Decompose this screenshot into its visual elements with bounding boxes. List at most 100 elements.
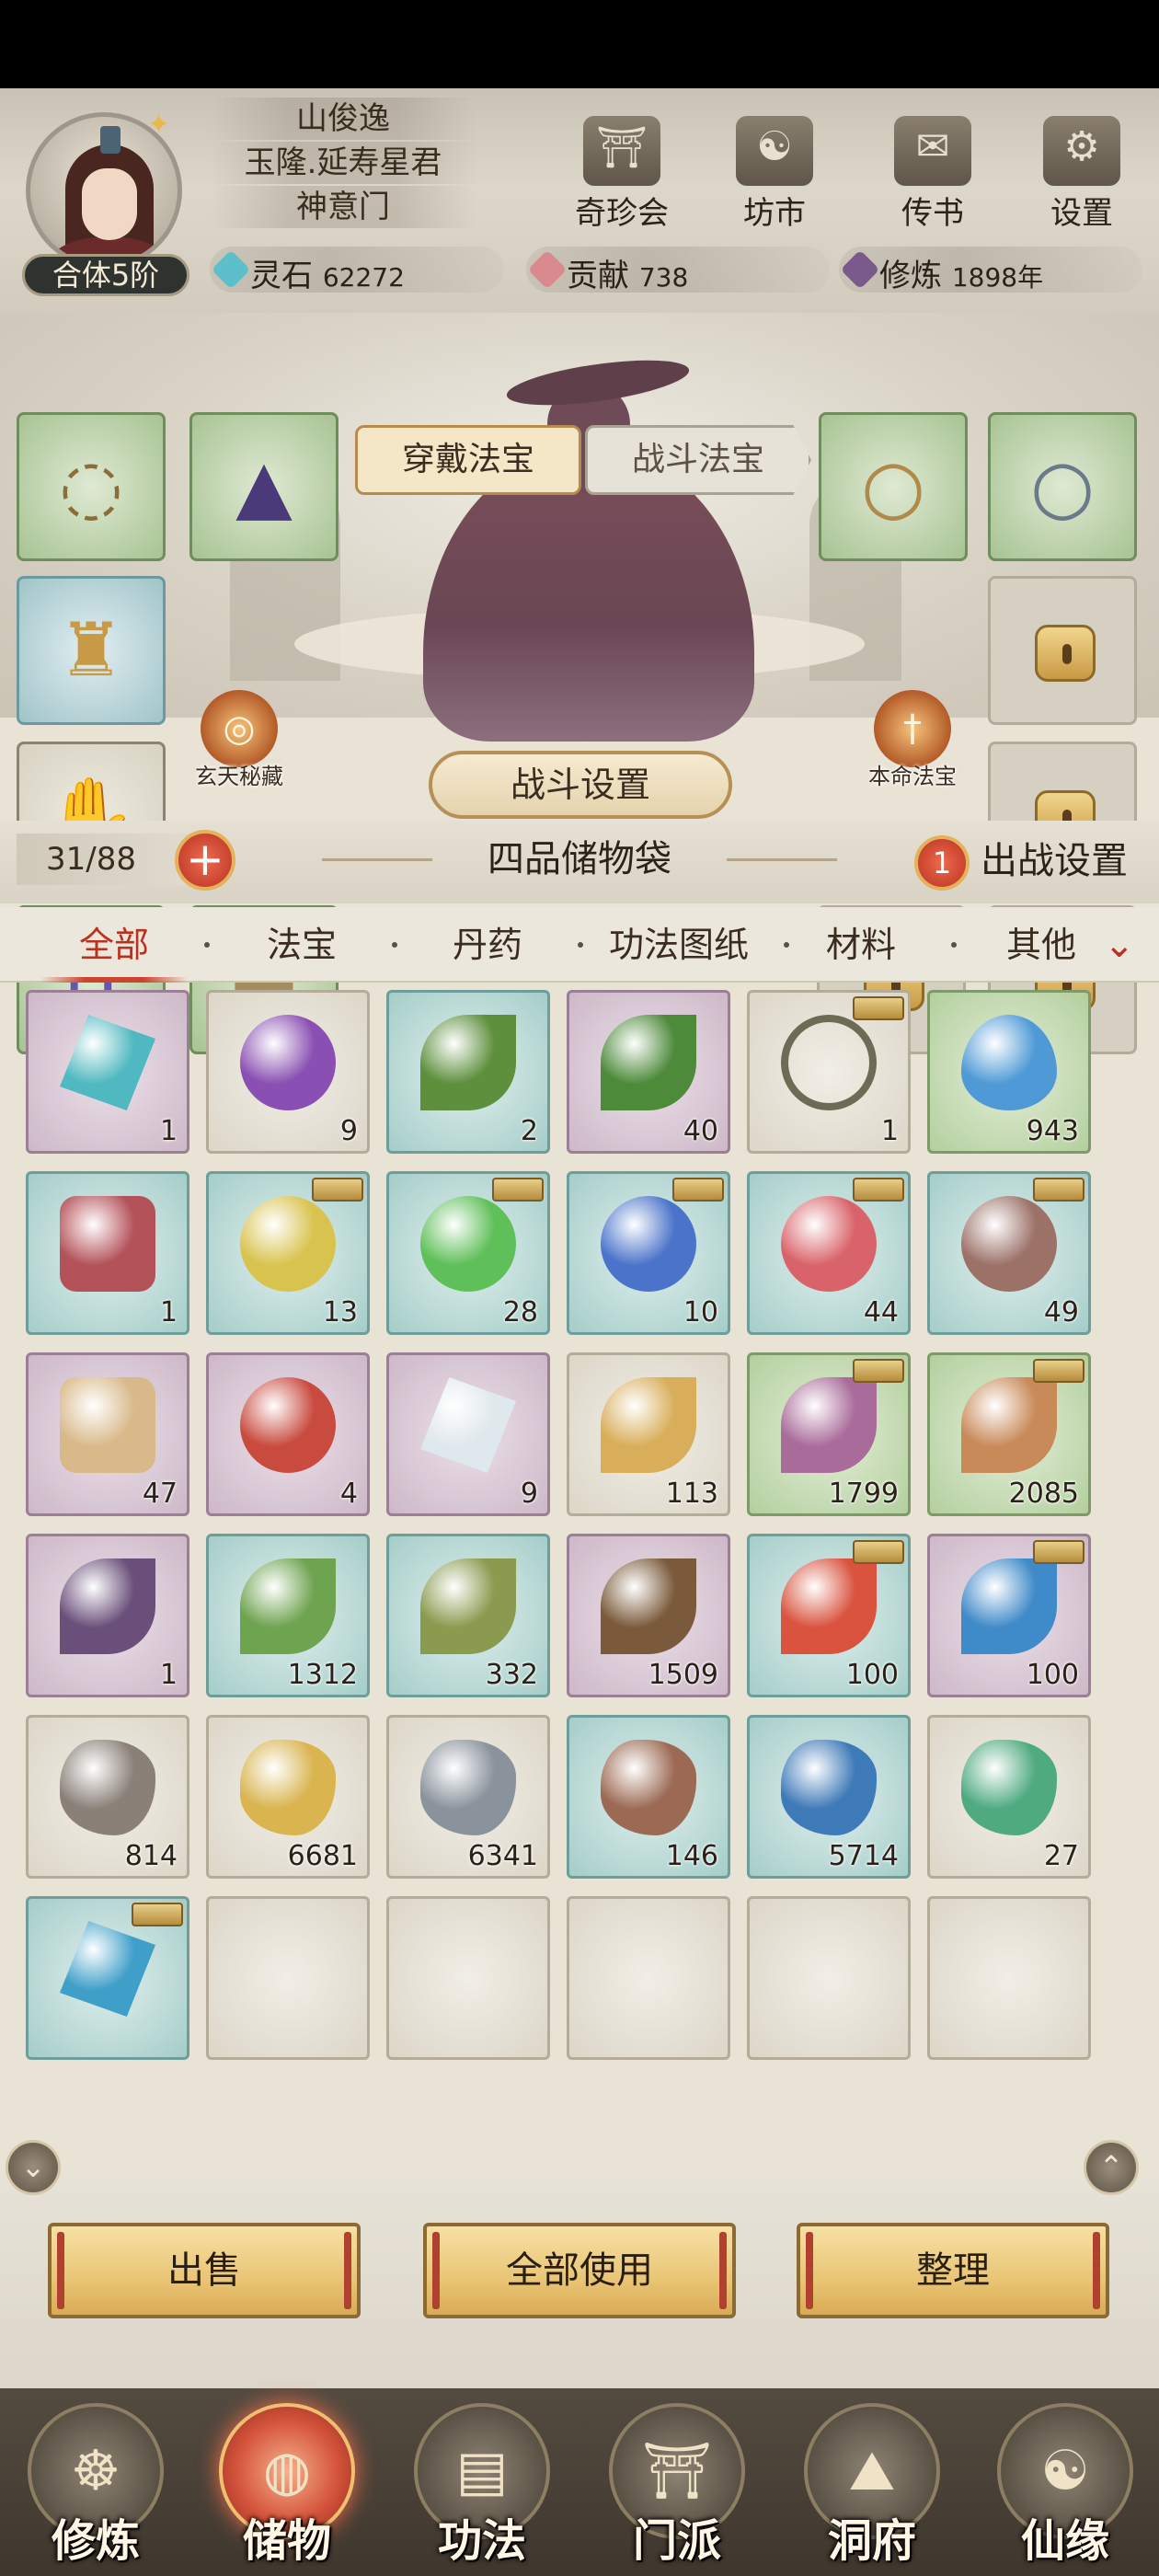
ginseng-icon <box>601 1377 696 1473</box>
category-other[interactable]: 其他 <box>986 907 1096 983</box>
treasure-pavilion-button[interactable]: ⛩ 奇珍会 <box>567 116 677 236</box>
avatar[interactable]: ✦ 合体5阶 <box>13 103 206 296</box>
scroll-up-button[interactable]: ⌃ <box>1084 2140 1139 2195</box>
chevron-down-icon[interactable]: ⌄ <box>1104 924 1135 966</box>
market-button[interactable]: ☯ 坊市 <box>719 116 830 236</box>
item-slot[interactable] <box>567 1896 730 2060</box>
item-slot[interactable]: 100 <box>747 1534 911 1697</box>
item-quantity: 100 <box>845 1659 899 1691</box>
xuantian-treasure-badge[interactable]: ◎ 玄天秘藏 <box>175 690 304 790</box>
item-quantity: 113 <box>665 1478 718 1510</box>
item-quantity: 1799 <box>828 1478 899 1510</box>
item-slot[interactable] <box>747 1896 911 2060</box>
item-slot[interactable]: 146 <box>567 1715 730 1879</box>
item-slot[interactable]: 44 <box>747 1171 911 1335</box>
sell-button[interactable]: 出售 <box>48 2223 361 2318</box>
category-materials[interactable]: 材料 <box>806 907 916 983</box>
item-slot[interactable]: 28 <box>386 1171 550 1335</box>
item-quantity: 6681 <box>287 1840 358 1872</box>
tab-worn-treasures[interactable]: 穿戴法宝 <box>355 425 581 495</box>
bound-tag-icon <box>1033 1178 1084 1202</box>
nav-techniques[interactable]: ▤ 功法 <box>390 2398 574 2572</box>
spirit-stone-counter: 灵石 62272 <box>210 247 504 294</box>
use-all-button[interactable]: 全部使用 <box>423 2223 736 2318</box>
nav-immortal-fate[interactable]: ☯ 仙缘 <box>973 2398 1157 2572</box>
item-slot[interactable]: 2085 <box>927 1352 1091 1516</box>
item-quantity: 332 <box>485 1659 538 1691</box>
item-quantity: 1509 <box>648 1659 718 1691</box>
scroll-down-button[interactable]: ⌄ <box>6 2140 61 2195</box>
item-slot[interactable]: 1312 <box>206 1534 370 1697</box>
item-slot[interactable]: 1 <box>26 990 189 1154</box>
item-slot[interactable]: 49 <box>927 1171 1091 1335</box>
mail-button[interactable]: ✉ 传书 <box>878 116 988 236</box>
player-title: 玉隆.延寿星君 <box>210 142 476 184</box>
item-slot[interactable]: 100 <box>927 1534 1091 1697</box>
item-slot[interactable]: 47 <box>26 1352 189 1516</box>
equip-slot-hat[interactable]: ▲ <box>189 412 339 561</box>
item-slot[interactable]: 10 <box>567 1171 730 1335</box>
item-slot[interactable]: 814 <box>26 1715 189 1879</box>
purple-flower-icon <box>781 1377 877 1473</box>
item-slot[interactable]: 40 <box>567 990 730 1154</box>
item-slot[interactable]: 332 <box>386 1534 550 1697</box>
sort-button[interactable]: 整理 <box>797 2223 1109 2318</box>
equip-slot-ring-1[interactable]: ○ <box>819 412 968 561</box>
water-drop-icon <box>961 1015 1057 1110</box>
item-slot[interactable]: 1 <box>747 990 911 1154</box>
expand-bag-button[interactable]: + <box>175 830 235 891</box>
item-slot[interactable]: 9 <box>206 990 370 1154</box>
item-slot[interactable]: 943 <box>927 990 1091 1154</box>
bound-tag-icon <box>1033 1359 1084 1383</box>
category-pills[interactable]: 丹药 <box>432 907 543 983</box>
nav-cultivation[interactable]: ☸ 修炼 <box>4 2398 188 2572</box>
item-slot[interactable]: 113 <box>567 1352 730 1516</box>
nav-cave[interactable]: ⛰ 洞府 <box>780 2398 964 2572</box>
item-slot[interactable]: 1509 <box>567 1534 730 1697</box>
contribution-icon <box>527 249 568 290</box>
item-quantity: 4 <box>339 1478 358 1510</box>
equip-slot-robe[interactable]: ♜ <box>17 576 166 725</box>
bound-tag-icon <box>132 1903 183 1926</box>
item-quantity: 1 <box>159 1115 178 1147</box>
scroll-icon: ✉ <box>894 116 971 186</box>
item-slot[interactable]: 6341 <box>386 1715 550 1879</box>
equip-slot-locked[interactable] <box>988 576 1137 725</box>
item-slot[interactable]: 5714 <box>747 1715 911 1879</box>
item-quantity: 5714 <box>828 1840 899 1872</box>
item-slot[interactable]: 2 <box>386 990 550 1154</box>
item-slot[interactable]: 1799 <box>747 1352 911 1516</box>
item-quantity: 9 <box>520 1478 538 1510</box>
natal-treasure-badge[interactable]: † 本命法宝 <box>848 690 977 790</box>
item-slot[interactable]: 6681 <box>206 1715 370 1879</box>
green-orb-icon <box>420 1196 516 1292</box>
item-slot[interactable] <box>206 1896 370 2060</box>
cultivation-time-icon <box>840 249 880 290</box>
berry-branch-icon <box>60 1558 155 1654</box>
category-all[interactable]: 全部 <box>40 907 188 983</box>
tab-battle-treasures[interactable]: 战斗法宝 <box>585 425 811 495</box>
category-treasures[interactable]: 法宝 <box>247 907 357 983</box>
treasure-pavilion-label: 奇珍会 <box>575 195 669 232</box>
item-slot[interactable] <box>26 1896 189 2060</box>
nav-storage[interactable]: ◍ 储物 <box>195 2398 379 2572</box>
category-manuals[interactable]: 功法图纸 <box>596 907 762 983</box>
equip-slot-ring-2[interactable]: ○ <box>988 412 1137 561</box>
item-slot[interactable]: 1 <box>26 1171 189 1335</box>
battle-settings-button[interactable]: 战斗设置 <box>429 751 732 819</box>
item-quantity: 100 <box>1026 1659 1079 1691</box>
item-slot[interactable] <box>386 1896 550 2060</box>
item-slot[interactable]: 27 <box>927 1715 1091 1879</box>
item-slot[interactable]: 13 <box>206 1171 370 1335</box>
nav-sect[interactable]: ⛩ 门派 <box>585 2398 769 2572</box>
item-slot[interactable]: 9 <box>386 1352 550 1516</box>
settings-button[interactable]: ⚙ 设置 <box>1027 116 1137 236</box>
lock-icon <box>1035 625 1096 682</box>
ring-icon: ○ <box>861 443 925 529</box>
talisman-icon <box>60 1196 155 1292</box>
item-quantity: 814 <box>124 1840 178 1872</box>
item-slot[interactable]: 1 <box>26 1534 189 1697</box>
item-slot[interactable] <box>927 1896 1091 2060</box>
equip-slot-necklace[interactable]: ◌ <box>17 412 166 561</box>
item-slot[interactable]: 4 <box>206 1352 370 1516</box>
